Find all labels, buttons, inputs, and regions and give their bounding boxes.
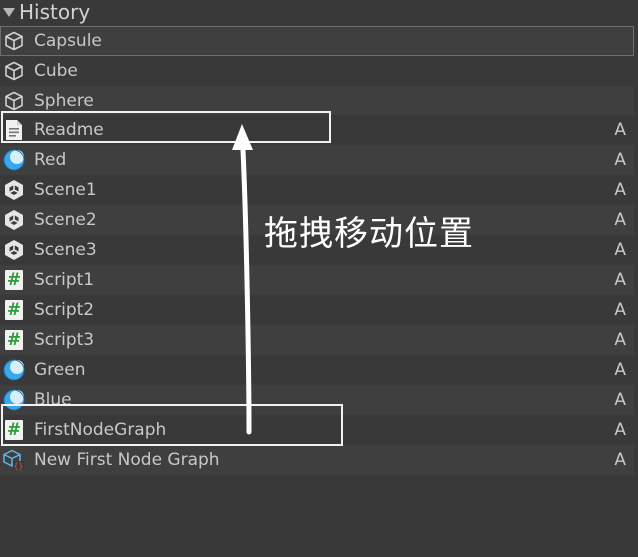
unity-scene-icon: [3, 179, 25, 201]
list-item-blue[interactable]: Blue A: [0, 385, 634, 415]
node-graph-asset-icon: {}: [3, 449, 25, 471]
unity-scene-icon: [3, 209, 25, 231]
csharp-script-icon: #: [5, 300, 23, 320]
list-item-capsule[interactable]: Capsule: [0, 26, 634, 56]
item-badge: A: [614, 150, 626, 170]
list-item-script1[interactable]: # Script1 A: [0, 265, 634, 295]
list-item-readme[interactable]: Readme A: [0, 115, 634, 145]
item-badge: A: [614, 270, 626, 290]
drag-annotation-text: 拖拽移动位置: [264, 214, 474, 254]
item-label: FirstNodeGraph: [34, 420, 167, 440]
item-badge: A: [614, 210, 626, 230]
list-item-script2[interactable]: # Script2 A: [0, 295, 634, 325]
history-panel: History Capsule Cube Sphere Readme A Red…: [0, 0, 638, 557]
item-label: Readme: [34, 120, 104, 140]
item-badge: A: [614, 390, 626, 410]
item-label: Blue: [34, 390, 72, 410]
item-badge: A: [614, 330, 626, 350]
history-header[interactable]: History: [0, 0, 638, 24]
list-item-script3[interactable]: # Script3 A: [0, 325, 634, 355]
item-label: Capsule: [34, 31, 102, 51]
foldout-arrow-icon[interactable]: [3, 7, 15, 17]
item-label: Script2: [34, 300, 95, 320]
item-label: Sphere: [34, 90, 94, 111]
item-badge: A: [614, 450, 626, 470]
list-item-sphere[interactable]: Sphere: [0, 86, 634, 115]
item-badge: A: [614, 120, 626, 140]
prefab-cube-icon: [3, 60, 25, 82]
item-badge: A: [614, 240, 626, 260]
item-badge: A: [614, 420, 626, 440]
material-sphere-icon: [3, 149, 25, 171]
list-item-scene1[interactable]: Scene1 A: [0, 175, 634, 205]
item-badge: A: [614, 180, 626, 200]
history-title: History: [19, 0, 91, 24]
csharp-script-icon: #: [5, 330, 23, 350]
prefab-cube-icon: [3, 90, 25, 112]
item-label: Script1: [34, 270, 95, 290]
item-label: Script3: [34, 330, 95, 350]
list-item-firstnodegraph[interactable]: # FirstNodeGraph A: [0, 415, 634, 445]
list-item-cube[interactable]: Cube: [0, 56, 634, 86]
list-item-green[interactable]: Green A: [0, 355, 634, 385]
item-label: New First Node Graph: [34, 450, 220, 470]
svg-text:{}: {}: [14, 462, 24, 471]
text-document-icon: [3, 119, 25, 141]
material-sphere-icon: [3, 359, 25, 381]
prefab-cube-icon: [3, 30, 25, 52]
material-sphere-icon: [3, 389, 25, 411]
item-label: Cube: [34, 61, 78, 81]
item-label: Green: [34, 360, 86, 380]
unity-scene-icon: [3, 239, 25, 261]
csharp-script-icon: #: [5, 270, 23, 290]
item-badge: A: [614, 360, 626, 380]
item-badge: A: [614, 300, 626, 320]
item-label: Red: [34, 150, 67, 170]
list-item-red[interactable]: Red A: [0, 145, 634, 175]
item-label: Scene1: [34, 180, 97, 200]
list-item-new-first-node-graph[interactable]: {} New First Node Graph A: [0, 445, 634, 475]
csharp-script-icon: #: [5, 420, 23, 440]
item-label: Scene3: [34, 240, 97, 260]
item-label: Scene2: [34, 210, 97, 230]
